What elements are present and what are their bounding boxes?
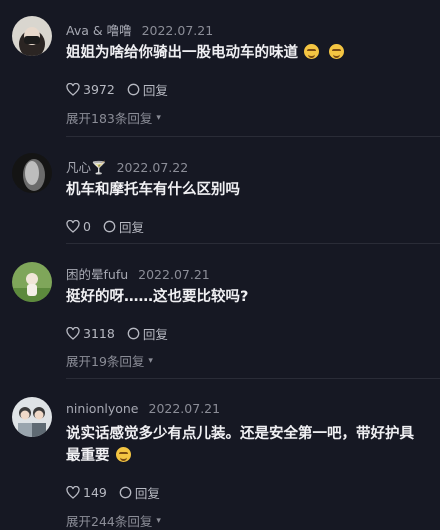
username[interactable]: 困的晕fufu [66, 267, 128, 282]
reply-bubble-icon[interactable] [127, 83, 140, 96]
reply-button[interactable]: 回复 [135, 483, 160, 502]
like-count: 149 [83, 485, 107, 500]
reply-bubble-icon[interactable] [119, 486, 132, 499]
expand-replies-label[interactable]: 展开183条回复 [66, 108, 152, 127]
comment-date: 2022.07.22 [116, 160, 189, 175]
username[interactable]: 凡心🍸 [66, 160, 107, 175]
heart-icon[interactable] [66, 83, 80, 96]
comment-meta: ninionlyone 2022.07.21 [66, 401, 220, 416]
chevron-down-icon: ▾ [156, 515, 161, 526]
comment-text-body: 机车和摩托车有什么区别吗 [66, 182, 240, 198]
comment-text-body: 姐姐为啥给你骑出一股电动车的味道 [66, 45, 298, 61]
avatar[interactable] [12, 262, 52, 302]
avatar[interactable] [12, 153, 52, 193]
chevron-down-icon: ▾ [156, 112, 161, 123]
comment-item: 凡心🍸 2022.07.22 机车和摩托车有什么区别吗 0 回复 [0, 137, 440, 243]
expand-replies-button[interactable]: 展开244条回复 ▾ [66, 511, 161, 530]
avatar[interactable] [12, 16, 52, 56]
comment-meta: Ava & 噜噜 2022.07.21 [66, 20, 213, 39]
comment-item: 困的晕fufu 2022.07.21 挺好的呀……这也要比较吗? 3118 回复 … [0, 244, 440, 378]
reply-bubble-icon[interactable] [127, 327, 140, 340]
grin-emoji-icon [304, 44, 319, 59]
like-count: 3972 [83, 82, 115, 97]
comment-meta: 困的晕fufu 2022.07.21 [66, 264, 210, 283]
grin-emoji-icon [329, 44, 344, 59]
comment-text: 姐姐为啥给你骑出一股电动车的味道 [66, 42, 418, 64]
comment-date: 2022.07.21 [148, 401, 221, 416]
comment-actions: 3972 回复 [66, 80, 168, 99]
comment-text: 说实话感觉多少有点儿装。还是安全第一吧，带好护具最重要 [66, 423, 418, 467]
comment-date: 2022.07.21 [141, 23, 214, 38]
heart-icon[interactable] [66, 486, 80, 499]
like-count: 0 [83, 219, 91, 234]
comment-date: 2022.07.21 [138, 267, 210, 282]
expand-replies-button[interactable]: 展开183条回复 ▾ [66, 108, 161, 127]
comment-text: 挺好的呀……这也要比较吗? [66, 286, 418, 308]
username[interactable]: Ava & 噜噜 [66, 23, 132, 38]
heart-icon[interactable] [66, 220, 80, 233]
reply-button[interactable]: 回复 [119, 217, 144, 236]
smile-emoji-icon [115, 447, 131, 462]
reply-bubble-icon[interactable] [103, 220, 116, 233]
expand-replies-label[interactable]: 展开244条回复 [66, 511, 152, 530]
comment-actions: 3118 回复 [66, 324, 168, 343]
heart-icon[interactable] [66, 327, 80, 340]
comment-item: ninionlyone 2022.07.21 说实话感觉多少有点儿装。还是安全第一… [0, 379, 440, 530]
reply-button[interactable]: 回复 [143, 324, 168, 343]
avatar[interactable] [12, 397, 52, 437]
comment-text-body: 挺好的呀……这也要比较吗? [66, 289, 249, 305]
comment-actions: 149 回复 [66, 483, 160, 502]
like-count: 3118 [83, 326, 115, 341]
username[interactable]: ninionlyone [66, 401, 139, 416]
chevron-down-icon: ▾ [148, 355, 153, 366]
expand-replies-button[interactable]: 展开19条回复 ▾ [66, 351, 153, 370]
comment-actions: 0 回复 [66, 217, 144, 236]
comment-item: Ava & 噜噜 2022.07.21 姐姐为啥给你骑出一股电动车的味道 3972… [0, 0, 440, 136]
expand-replies-label[interactable]: 展开19条回复 [66, 351, 144, 370]
comment-text: 机车和摩托车有什么区别吗 [66, 179, 418, 201]
comment-meta: 凡心🍸 2022.07.22 [66, 157, 188, 176]
reply-button[interactable]: 回复 [143, 80, 168, 99]
